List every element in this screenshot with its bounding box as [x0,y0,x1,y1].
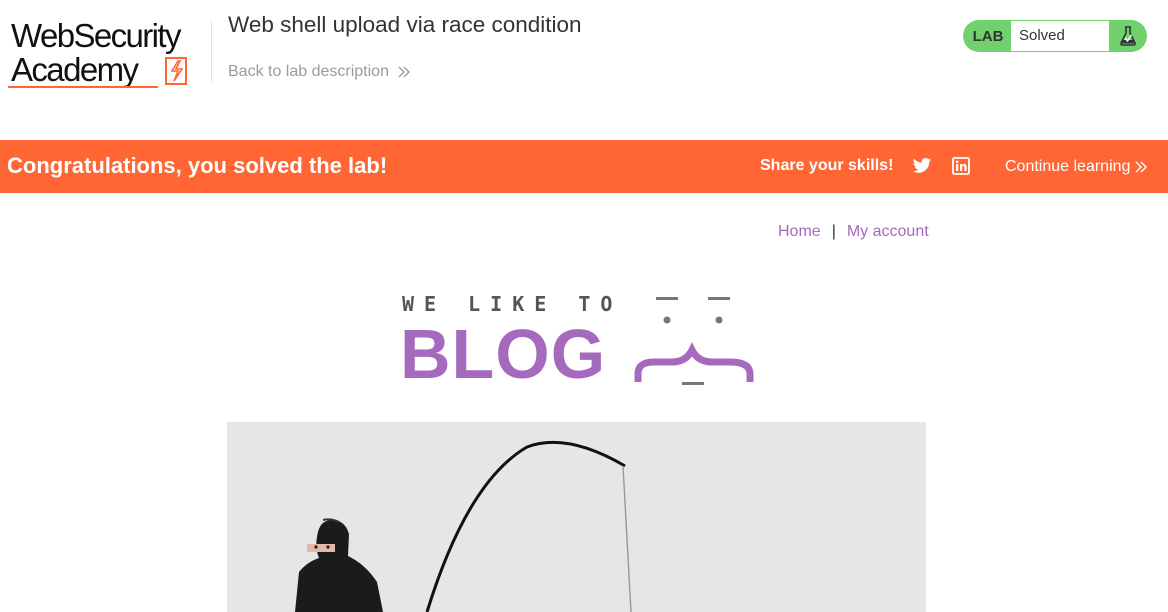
continue-learning-label: Continue learning [1005,158,1131,175]
blog-logo: WE LIKE TO BLOG [400,292,760,393]
congratulations-message: Congratulations, you solved the lab! [7,153,388,178]
blog-logo-word: BLOG [400,315,607,393]
twitter-icon[interactable] [912,156,932,176]
solved-banner: Congratulations, you solved the lab! Sha… [0,140,1168,193]
hacker-fishing-illustration [295,440,632,612]
lab-status-badge: LAB Solved [963,20,1147,52]
logo-underline [8,86,158,88]
blog-logo-tagline: WE LIKE TO [402,292,623,316]
lab-status-value: Solved [1011,21,1109,51]
blog-face-icon [634,297,754,385]
lightning-logo-icon [165,57,187,85]
lab-title: Web shell upload via race condition [228,12,582,37]
chevron-right-icon [398,66,410,78]
double-chevron-icon [1135,161,1148,173]
flask-icon [1109,20,1147,52]
nav-my-account-link[interactable]: My account [847,223,929,241]
linkedin-icon[interactable] [952,157,970,175]
lab-status-label: LAB [972,27,1004,45]
header: WebSecurity Academy Web shell upload via… [0,0,1168,140]
back-to-description-link[interactable]: Back to lab description [228,63,411,81]
blog-post-hero-image[interactable] [227,422,926,612]
nav-home-link[interactable]: Home [778,223,821,241]
top-nav: Home | My account [778,223,929,241]
share-skills-label: Share your skills! [760,157,894,174]
logo-text-line1: WebSecurity [11,17,181,54]
logo-text-line2: Academy [11,51,139,88]
header-divider [211,20,212,82]
nav-separator: | [831,223,836,240]
back-link-label: Back to lab description [228,63,389,80]
academy-logo[interactable]: WebSecurity Academy [8,18,208,92]
continue-learning-link[interactable]: Continue learning [1005,158,1148,176]
